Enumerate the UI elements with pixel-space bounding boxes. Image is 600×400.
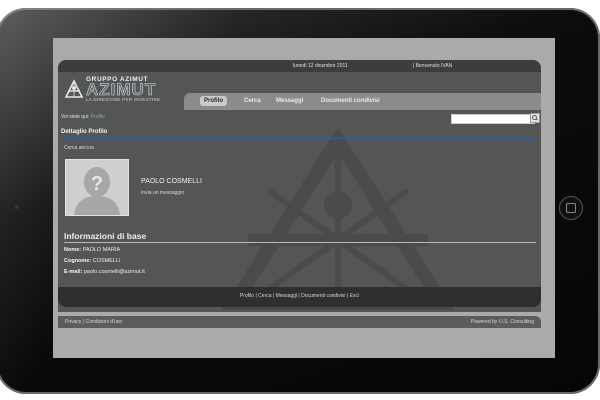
logo-tagline: LA DIREZIONE PER INVESTIRE [86,97,161,102]
field-label: E-mail: [64,269,83,275]
nav-tab-messaggi[interactable]: Messaggi [272,96,307,106]
footer-link-esci[interactable]: Esci [350,293,359,299]
svg-text:?: ? [91,173,103,195]
field-value: paolo.cosmelli@azimut.it [83,269,145,275]
search-input[interactable] [451,114,535,124]
nav-tab-documenti[interactable]: Documenti condivisi [317,96,384,106]
home-button[interactable] [559,196,583,220]
footer-link-cerca[interactable]: Cerca [258,293,271,299]
profile-name: PAOLO COSMELLI [141,178,202,185]
field-label: Cognome: [64,258,92,264]
date-text: lunedì 12 dicembre 2011 [293,63,348,69]
search-again-link[interactable]: Cerca ancora [64,145,94,151]
azimut-watermark-icon [221,130,455,310]
breadcrumb-current-link[interactable]: Profilo [91,114,105,120]
bottom-bar: Privacy | Condizioni d'uso Powered by I.… [58,316,541,328]
footer-link-messaggi[interactable]: Messaggi [276,293,297,299]
send-message-link[interactable]: Invia un messaggio [141,190,184,196]
azimut-logo-icon [64,79,84,98]
field-nome: Nome: PAOLO MARIA [64,247,120,253]
welcome-text: | Benvenuto IVAN [413,63,453,69]
avatar: ? [65,159,129,216]
section-divider [61,138,536,139]
powered-by-text: Powered by I.I.S. Consulting [470,319,534,325]
privacy-link[interactable]: Privacy [65,319,81,325]
field-value: PAOLO MARIA [82,247,121,253]
field-label: Nome: [64,247,82,253]
nav-tab-profilo[interactable]: Profilo [200,96,227,106]
camera-icon [15,205,19,209]
breadcrumb: Voi siete qui: Profilo [61,114,105,120]
logo-azimut-text: AZIMUT [86,80,157,99]
field-value: COSMELLI [92,258,121,264]
breadcrumb-prefix: Voi siete qui: [61,114,91,120]
terms-link[interactable]: Condizioni d'uso [85,319,122,325]
nav-tab-cerca[interactable]: Cerca [240,96,265,106]
main-nav: Profilo Cerca Messaggi Documenti condivi… [184,93,541,110]
field-email: E-mail: paolo.cosmelli@azimut.it [64,269,145,275]
avatar-placeholder-icon: ? [66,160,128,215]
footer-links: Profilo | Cerca | Messaggi | Documenti c… [239,293,360,299]
breadcrumb-row: Voi siete qui: Profilo [58,112,541,124]
tablet-screen: lunedì 12 dicembre 2011 | Benvenuto IVAN… [53,38,555,358]
web-page: lunedì 12 dicembre 2011 | Benvenuto IVAN… [58,60,541,312]
basic-info-title: Informazioni di base [64,231,147,241]
footer-bar: Profilo | Cerca | Messaggi | Documenti c… [58,287,541,307]
footer-link-profilo[interactable]: Profilo [240,293,254,299]
section-title: Dettaglio Profilo [61,129,108,135]
top-bar: lunedì 12 dicembre 2011 | Benvenuto IVAN [58,60,541,72]
legal-links: Privacy | Condizioni d'uso [65,319,123,325]
search-icon[interactable] [530,113,540,123]
azimut-logo[interactable]: GRUPPO AZIMUT AZIMUT LA DIREZIONE PER IN… [64,76,174,106]
basic-info-divider [64,242,536,243]
footer-link-documenti[interactable]: Documenti condivisi [301,293,345,299]
field-cognome: Cognome: COSMELLI [64,258,121,264]
